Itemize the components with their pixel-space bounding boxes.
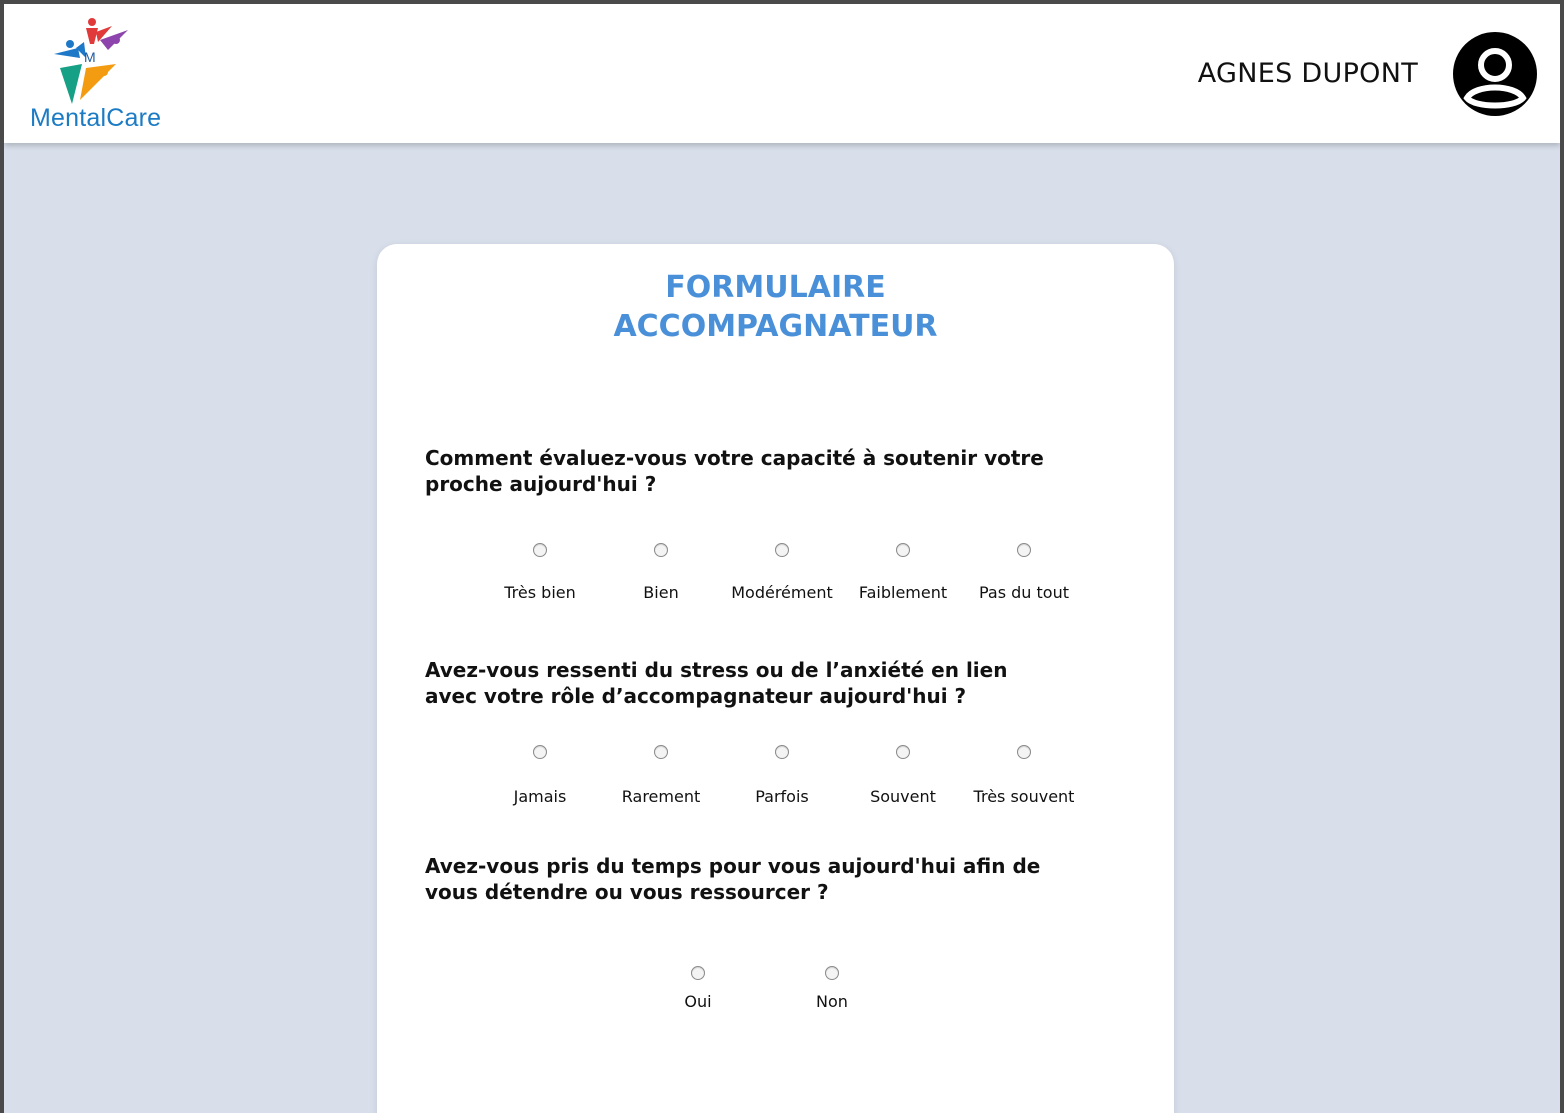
option-label: Très souvent [973, 787, 1075, 806]
option-oui[interactable]: Oui [628, 966, 768, 1011]
radio-button[interactable] [775, 745, 789, 759]
radio-button[interactable] [1017, 543, 1031, 557]
form-title-line2: ACCOMPAGNATEUR [613, 309, 938, 344]
form-card: FORMULAIRE ACCOMPAGNATEUR Comment évalue… [377, 244, 1174, 1113]
option-label: Jamais [513, 787, 567, 806]
option-bien[interactable]: Bien [591, 543, 731, 602]
option-parfois[interactable]: Parfois [712, 745, 852, 806]
option-label: Modérément [731, 583, 833, 602]
option-moderement[interactable]: Modérément [712, 543, 852, 602]
radio-button[interactable] [533, 543, 547, 557]
option-label: Oui [684, 992, 712, 1011]
option-label: Non [816, 992, 848, 1011]
brand-name: MentalCare [30, 104, 162, 132]
radio-button[interactable] [1017, 745, 1031, 759]
top-header: M MentalCare AGNES DUPONT [4, 4, 1560, 143]
user-avatar-icon[interactable] [1453, 32, 1537, 116]
question-2: Avez-vous ressenti du stress ou de l’anx… [425, 658, 1008, 708]
radio-button[interactable] [825, 966, 839, 980]
option-rarement[interactable]: Rarement [591, 745, 731, 806]
form-title-line1: FORMULAIRE [665, 270, 886, 305]
option-label: Souvent [870, 787, 936, 806]
question-1: Comment évaluez-vous votre capacité à so… [425, 446, 1044, 496]
option-label: Pas du tout [978, 583, 1069, 602]
radio-button[interactable] [896, 745, 910, 759]
app-frame: M MentalCare AGNES DUPONT FORMULAIRE ACC… [4, 4, 1560, 1113]
option-label: Bien [643, 583, 679, 602]
option-pas-du-tout[interactable]: Pas du tout [954, 543, 1094, 602]
option-jamais[interactable]: Jamais [470, 745, 610, 806]
option-non[interactable]: Non [762, 966, 902, 1011]
radio-button[interactable] [896, 543, 910, 557]
radio-button[interactable] [533, 745, 547, 759]
radio-button[interactable] [775, 543, 789, 557]
form-title: FORMULAIRE ACCOMPAGNATEUR [377, 268, 1174, 346]
option-tres-souvent[interactable]: Très souvent [954, 745, 1094, 806]
logo-letter: M [84, 49, 96, 65]
option-label: Rarement [621, 787, 701, 806]
user-name[interactable]: AGNES DUPONT [1198, 58, 1418, 89]
option-label: Très bien [504, 583, 576, 602]
radio-button[interactable] [691, 966, 705, 980]
option-souvent[interactable]: Souvent [833, 745, 973, 806]
option-label: Faiblement [858, 583, 948, 602]
option-label: Parfois [755, 787, 809, 806]
mentalcare-logo[interactable]: M MentalCare [24, 16, 161, 138]
question-3: Avez-vous pris du temps pour vous aujour… [425, 854, 1041, 904]
option-faiblement[interactable]: Faiblement [833, 543, 973, 602]
star-people-logo-icon: M [54, 18, 128, 104]
option-tres-bien[interactable]: Très bien [470, 543, 610, 602]
radio-button[interactable] [654, 745, 668, 759]
radio-button[interactable] [654, 543, 668, 557]
